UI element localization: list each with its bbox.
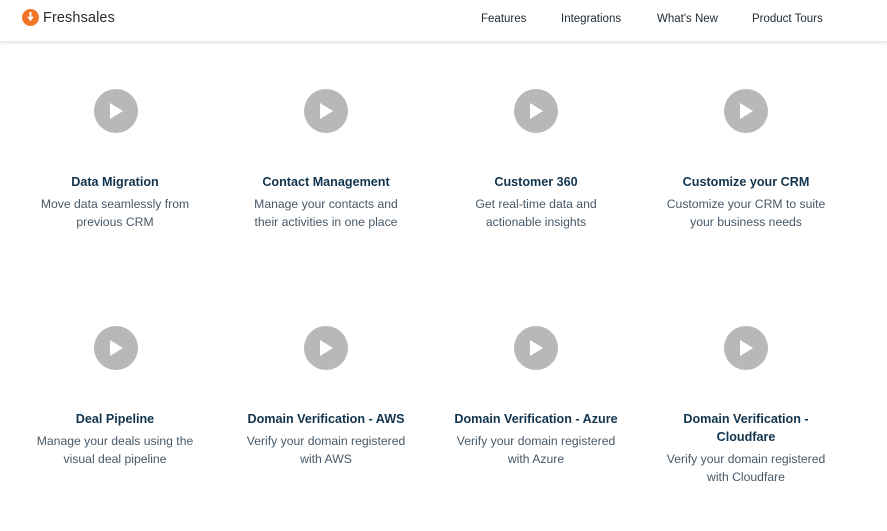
tour-card-domain-verification-aws[interactable]: Domain Verification - AWS Verify your do…: [221, 410, 431, 468]
tour-card-domain-verification-azure[interactable]: Domain Verification - Azure Verify your …: [426, 410, 646, 468]
tour-title: Contact Management: [262, 175, 390, 189]
tour-title: Domain Verification - Azure: [454, 412, 618, 426]
play-button-customer-360[interactable]: [514, 89, 558, 133]
play-button-domain-verification-cloudfare[interactable]: [724, 326, 768, 370]
play-button-deal-pipeline[interactable]: [94, 326, 138, 370]
tour-card-customer-360[interactable]: Customer 360 Get real-time data and acti…: [431, 173, 641, 231]
nav-whats-new[interactable]: What's New: [657, 13, 718, 25]
tour-description: Get real-time data and actionable insigh…: [475, 197, 597, 229]
tour-title: Customize your CRM: [682, 175, 810, 189]
top-nav-bar: Freshsales Features Integrations What's …: [0, 0, 887, 42]
play-icon: [320, 103, 333, 119]
play-icon: [530, 340, 543, 356]
tour-title: Domain Verification - AWS: [247, 412, 405, 426]
freshsales-logo[interactable]: Freshsales: [22, 9, 115, 26]
play-icon: [740, 103, 753, 119]
tour-description: Verify your domain registered with Cloud…: [666, 452, 826, 484]
tour-card-domain-verification-cloudfare[interactable]: Domain Verification - Cloudfare Verify y…: [651, 410, 841, 486]
freshsales-logo-icon: [22, 9, 39, 26]
tour-description: Verify your domain registered with Azure: [456, 434, 616, 466]
play-icon: [320, 340, 333, 356]
tour-description: Customize your CRM to suite your busines…: [666, 197, 826, 229]
tour-title: Data Migration: [71, 175, 159, 189]
play-icon: [530, 103, 543, 119]
play-button-data-migration[interactable]: [94, 89, 138, 133]
play-button-domain-verification-azure[interactable]: [514, 326, 558, 370]
tour-title: Customer 360: [494, 175, 578, 189]
tour-description: Manage your deals using the visual deal …: [36, 434, 194, 466]
play-icon: [740, 340, 753, 356]
tour-card-data-migration[interactable]: Data Migration Move data seamlessly from…: [10, 173, 220, 231]
play-button-contact-management[interactable]: [304, 89, 348, 133]
tour-description: Verify your domain registered with AWS: [246, 434, 406, 466]
tour-card-customize-crm[interactable]: Customize your CRM Customize your CRM to…: [641, 173, 851, 231]
tour-card-contact-management[interactable]: Contact Management Manage your contacts …: [221, 173, 431, 231]
tour-card-deal-pipeline[interactable]: Deal Pipeline Manage your deals using th…: [10, 410, 220, 468]
tour-description: Manage your contacts and their activitie…: [254, 197, 398, 229]
tour-description: Move data seamlessly from previous CRM: [40, 197, 190, 229]
nav-integrations[interactable]: Integrations: [561, 13, 621, 25]
play-button-customize-crm[interactable]: [724, 89, 768, 133]
play-button-domain-verification-aws[interactable]: [304, 326, 348, 370]
nav-features[interactable]: Features: [481, 13, 526, 25]
brand-name: Freshsales: [43, 9, 115, 26]
play-icon: [110, 103, 123, 119]
play-icon: [110, 340, 123, 356]
tour-title: Domain Verification - Cloudfare: [683, 412, 809, 444]
nav-product-tours[interactable]: Product Tours: [752, 13, 823, 25]
tour-title: Deal Pipeline: [75, 412, 155, 426]
